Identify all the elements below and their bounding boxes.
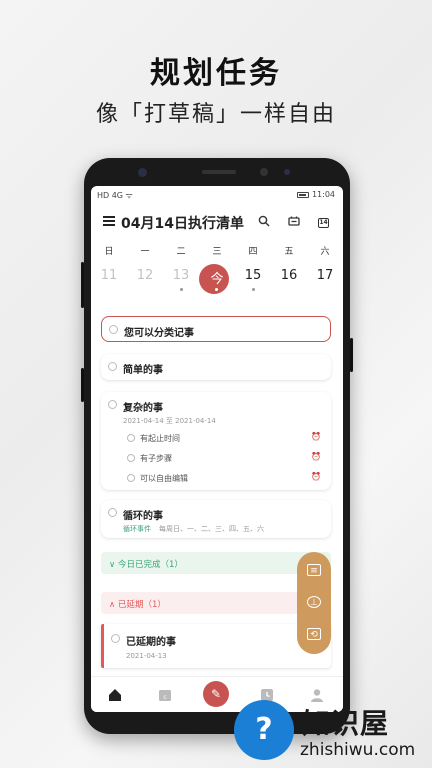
battery-icon xyxy=(296,191,309,198)
late-indicator xyxy=(101,624,104,668)
date-cell-today[interactable]: 今 xyxy=(199,268,235,287)
weekday-header: 日 一 二 三 四 五 六 xyxy=(91,244,343,258)
alarm-icon[interactable]: ⏰ xyxy=(311,432,321,441)
note-icon[interactable]: ≡ xyxy=(307,564,321,576)
calendar-icon[interactable]: 14 xyxy=(318,218,329,228)
section-late-label: ∧ 已延期（1） xyxy=(109,598,166,610)
clock: 11:04 xyxy=(311,190,335,199)
alarm-icon[interactable]: ⏰ xyxy=(311,472,321,481)
signal-status: HD 4G ᯤ xyxy=(97,191,133,200)
quick-action-group: ≡ ⊥ ⟲ xyxy=(297,552,331,654)
chevron-up-icon: ∧ xyxy=(109,600,118,610)
phone-side-button xyxy=(350,338,353,372)
repeat-schedule: 每周日、一、二、三、四、五、六 xyxy=(159,525,264,533)
menu-icon[interactable] xyxy=(103,216,115,226)
home-icon[interactable] xyxy=(107,687,123,703)
alarm-icon[interactable]: ⏰ xyxy=(311,452,321,461)
hero-subtitle: 像「打草稿」一样自由 xyxy=(95,102,336,127)
date-strip: 11 12 13 今 15 16 17 xyxy=(91,264,343,298)
task-card-simple[interactable]: 简单的事 xyxy=(101,354,331,380)
task-card-repeat[interactable]: 循环的事 循环事件 每周日、一、二、三、四、五、六 xyxy=(101,500,331,538)
phone-top-bezel xyxy=(84,158,350,186)
date-cell[interactable]: 11 xyxy=(91,268,127,283)
subtask-checkbox[interactable] xyxy=(127,434,135,442)
event-dot xyxy=(252,288,255,291)
edit-icon[interactable]: ✎ xyxy=(203,681,229,707)
task-checkbox[interactable] xyxy=(111,634,120,643)
front-camera-icon xyxy=(138,168,147,177)
event-dot xyxy=(180,288,183,291)
section-late-text: 已延期（1） xyxy=(117,600,166,610)
task-title: 您可以分类记事 xyxy=(124,328,194,339)
status-right: 11:04 xyxy=(296,190,335,199)
subtask-checkbox[interactable] xyxy=(127,454,135,462)
task-checkbox[interactable] xyxy=(108,508,117,517)
battery-plan-icon[interactable] xyxy=(287,215,301,229)
task-date: 2021-04-13 xyxy=(126,652,167,660)
date-cell[interactable]: 17 xyxy=(307,268,343,283)
subtask-label: 有起止时间 xyxy=(140,434,180,443)
date-cell[interactable]: 12 xyxy=(127,268,163,283)
subtask-label: 可以自由编辑 xyxy=(140,474,188,483)
weekday-label: 一 xyxy=(140,247,150,257)
repeat-tag: 循环事件 xyxy=(123,525,151,533)
event-dot xyxy=(215,288,218,291)
page-title: 04月14日执行清单 xyxy=(121,216,244,232)
watermark-logo-icon: ? xyxy=(234,700,294,760)
weekday-label: 四 xyxy=(248,247,258,257)
task-checkbox[interactable] xyxy=(108,400,117,409)
task-title: 循环的事 xyxy=(123,511,163,522)
section-done-text: 今日已完成（1） xyxy=(117,560,183,570)
status-bar: HD 4G ᯤ 11:04 xyxy=(91,186,343,204)
calendar-tab-icon[interactable]: c xyxy=(157,687,173,703)
app-bar: 04月14日执行清单 14 xyxy=(91,210,343,234)
weekday-label: 三 xyxy=(212,247,222,257)
iris-sensor-icon xyxy=(284,169,290,175)
task-checkbox[interactable] xyxy=(109,325,118,334)
refresh-icon[interactable]: ⟲ xyxy=(307,628,321,640)
watermark-url: zhishiwu.com xyxy=(300,740,416,760)
task-card-hint[interactable]: 您可以分类记事 xyxy=(101,316,331,342)
task-card-complex[interactable]: 复杂的事 2021-04-14 至 2021-04-14 有起止时间 ⏰ 有子步… xyxy=(101,392,331,490)
hero-title: 规划任务 xyxy=(150,56,282,91)
svg-text:c: c xyxy=(163,694,166,701)
weekday-label: 二 xyxy=(176,247,186,257)
sensor-icon xyxy=(260,168,268,176)
weekday-label: 五 xyxy=(284,247,294,257)
chart-icon[interactable]: ⊥ xyxy=(307,596,321,608)
weekday-label: 六 xyxy=(320,247,330,257)
task-title: 简单的事 xyxy=(123,365,163,376)
task-date-range: 2021-04-14 至 2021-04-14 xyxy=(123,417,216,425)
watermark-brand: 知识屋 xyxy=(302,707,390,740)
phone-side-button xyxy=(81,368,84,402)
date-cell[interactable]: 13 xyxy=(163,268,199,283)
task-checkbox[interactable] xyxy=(108,362,117,371)
phone-frame: HD 4G ᯤ 11:04 04月14日执行清单 14 日 一 二 三 四 五 … xyxy=(81,158,353,734)
phone-side-button xyxy=(81,262,84,308)
chevron-down-icon: ∨ xyxy=(109,560,118,570)
task-title: 复杂的事 xyxy=(123,403,163,414)
profile-icon[interactable] xyxy=(309,687,325,703)
search-icon[interactable] xyxy=(257,215,271,229)
subtask-label: 有子步骤 xyxy=(140,454,172,463)
date-cell[interactable]: 16 xyxy=(271,268,307,283)
earpiece-speaker xyxy=(202,170,236,174)
weekday-label: 日 xyxy=(104,247,114,257)
date-cell[interactable]: 15 xyxy=(235,268,271,283)
section-done-label: ∨ 今日已完成（1） xyxy=(109,558,183,570)
task-title: 已延期的事 xyxy=(126,637,176,648)
app-screen: HD 4G ᯤ 11:04 04月14日执行清单 14 日 一 二 三 四 五 … xyxy=(91,186,343,712)
subtask-checkbox[interactable] xyxy=(127,474,135,482)
